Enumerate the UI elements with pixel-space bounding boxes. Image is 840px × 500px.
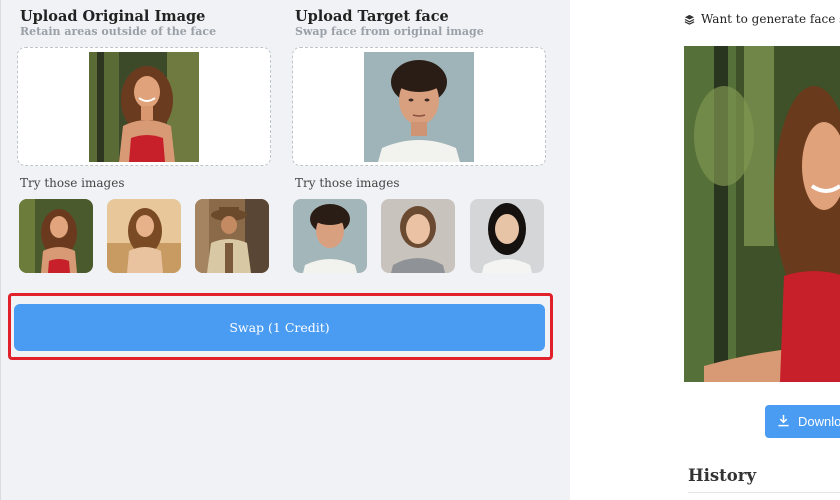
target-sample-thumb-1[interactable] (293, 199, 367, 273)
original-sample-thumb-3[interactable] (195, 199, 269, 273)
upload-target-title: Upload Target face (295, 8, 449, 25)
history-divider (688, 492, 840, 493)
stack-layers-icon (684, 14, 695, 25)
target-face-preview (364, 52, 474, 162)
upload-original-subtitle: Retain areas outside of the face (20, 25, 217, 38)
original-sample-thumb-2[interactable] (107, 199, 181, 273)
history-title: History (688, 466, 757, 485)
target-sample-thumb-2[interactable] (381, 199, 455, 273)
upload-target-subtitle: Swap face from original image (295, 25, 484, 38)
download-label: Downlo (798, 414, 840, 429)
promo-text: Want to generate face swap (701, 12, 840, 26)
swap-result-image (684, 46, 840, 382)
original-image-dropzone[interactable] (17, 47, 271, 166)
original-try-label: Try those images (20, 176, 125, 190)
swap-button[interactable]: Swap (1 Credit) (14, 304, 545, 351)
original-image-preview (89, 52, 199, 162)
original-sample-thumb-1[interactable] (19, 199, 93, 273)
promo-banner[interactable]: Want to generate face swap (684, 12, 840, 26)
target-try-label: Try those images (295, 176, 400, 190)
swap-form-panel: Upload Original Image Retain areas outsi… (0, 0, 570, 500)
download-arrow-icon (777, 414, 790, 430)
target-face-dropzone[interactable] (292, 47, 546, 166)
download-button[interactable]: Downlo (765, 405, 840, 438)
upload-original-title: Upload Original Image (20, 8, 206, 25)
target-sample-thumb-3[interactable] (470, 199, 544, 273)
